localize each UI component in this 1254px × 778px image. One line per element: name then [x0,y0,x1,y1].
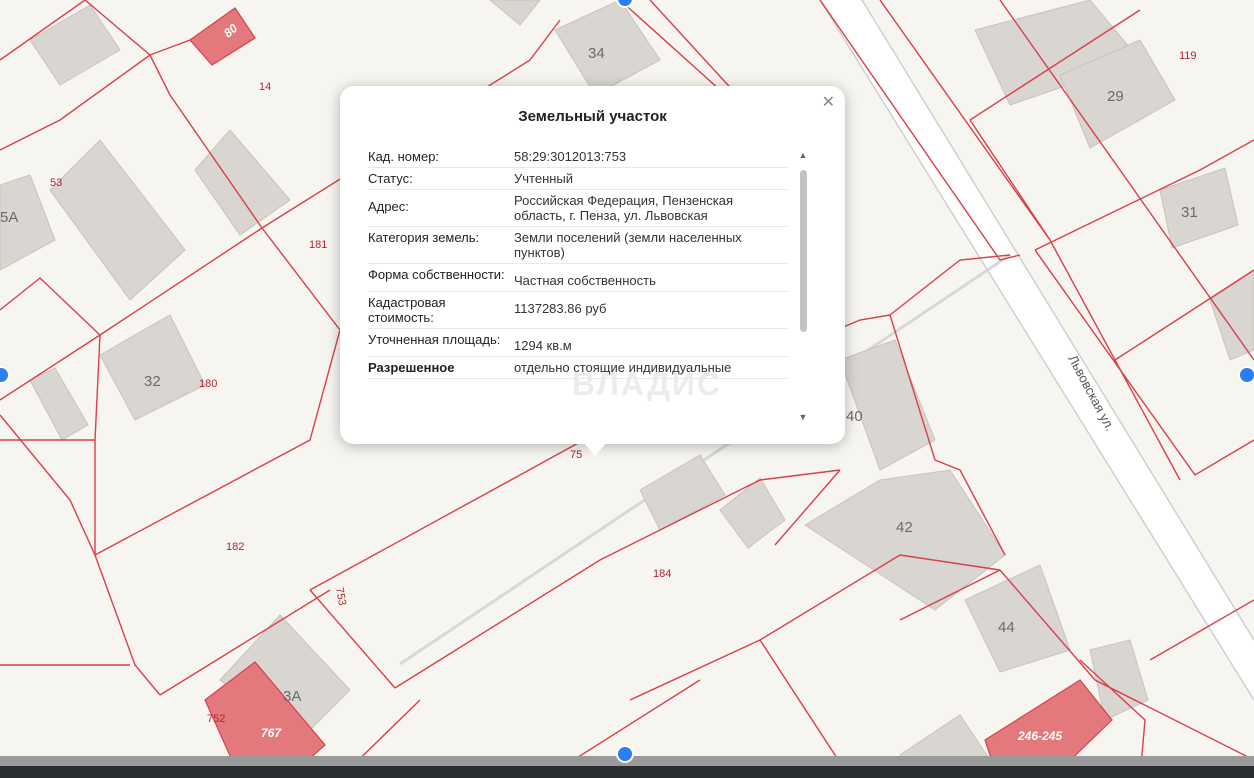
highlighted-parcel-number: 246-245 [1017,729,1062,743]
parcel-number: 184 [653,568,671,580]
attribute-row: Уточненная площадь: 1294 кв.м [368,329,788,357]
attribute-row: Кадастровая стоимость: 1137283.86 руб [368,292,788,329]
building-number: 32 [144,373,161,390]
parcel-number: 75 [570,449,582,461]
parcel-number: 180 [199,378,217,390]
building-number: 31 [1181,204,1198,221]
popup-tail [583,442,607,456]
bottom-bar [0,766,1254,778]
attribute-value: 1294 кв.м [514,338,572,353]
building-number: 29 [1107,88,1124,105]
attribute-key: Уточненная площадь: [368,332,501,347]
attribute-key: Форма собственности: [368,267,505,282]
attribute-key: Кад. номер: [368,149,440,164]
parcel-number: 182 [226,541,244,553]
attribute-value: 58:29:3012013:753 [514,149,627,164]
scroll-up-arrow-icon[interactable]: ▲ [796,150,810,160]
attribute-key: Адрес: [368,199,409,214]
attribute-value: 1137283.86 руб [514,301,607,316]
resize-handle-bottom[interactable] [616,745,634,763]
attribute-row: Категория земель: Земли поселений (земли… [368,227,788,264]
attribute-key: Категория земель: [368,230,480,245]
land-plot-popup: Земельный участок ✕ ВЛАДИС Кад. номер: 5… [340,86,845,456]
building-number: 5А [0,209,18,226]
parcel-number: 14 [259,81,271,93]
attribute-value: Частная собственность [514,273,656,288]
popup-attribute-list[interactable]: Кад. номер: 58:29:3012013:753 Статус: Уч… [368,146,788,426]
resize-handle-right[interactable] [1238,366,1254,384]
popup-title: Земельный участок [518,108,667,125]
attribute-value: Учтенный [514,171,574,186]
building-number: 44 [998,619,1015,636]
attribute-row: Разрешенное отдельно стоящие индивидуаль… [368,357,788,379]
attribute-key: Разрешенное [368,360,455,375]
scroll-down-arrow-icon[interactable]: ▼ [796,412,810,422]
attribute-key: Кадастровая стоимость: [368,295,446,325]
building-number: 40 [846,408,863,425]
attribute-key: Статус: [368,171,413,186]
parcel-number: 181 [309,239,327,251]
highlighted-parcel-number: 767 [261,726,282,740]
parcel-number: 752 [207,713,225,725]
parcel-number: 119 [1179,50,1197,62]
attribute-row: Статус: Учтенный [368,168,788,190]
building-number: 3А [283,688,301,705]
scroll-thumb[interactable] [800,170,807,332]
attribute-row: Кад. номер: 58:29:3012013:753 [368,146,788,168]
building-number: 42 [896,519,913,536]
close-icon[interactable]: ✕ [822,92,835,112]
attribute-row: Адрес: Российская Федерация, Пензенская … [368,190,788,227]
popup-scrollbar[interactable]: ▲ ▼ [796,150,810,422]
attribute-row: Форма собственности: Частная собственнос… [368,264,788,292]
attribute-value: Российская Федерация, Пензенская область… [514,193,734,223]
attribute-value: Земли поселений (земли населенных пункто… [514,230,742,260]
building-number: 34 [588,45,605,62]
parcel-number: 53 [50,177,62,189]
attribute-value: отдельно стоящие индивидуальные [514,360,732,375]
